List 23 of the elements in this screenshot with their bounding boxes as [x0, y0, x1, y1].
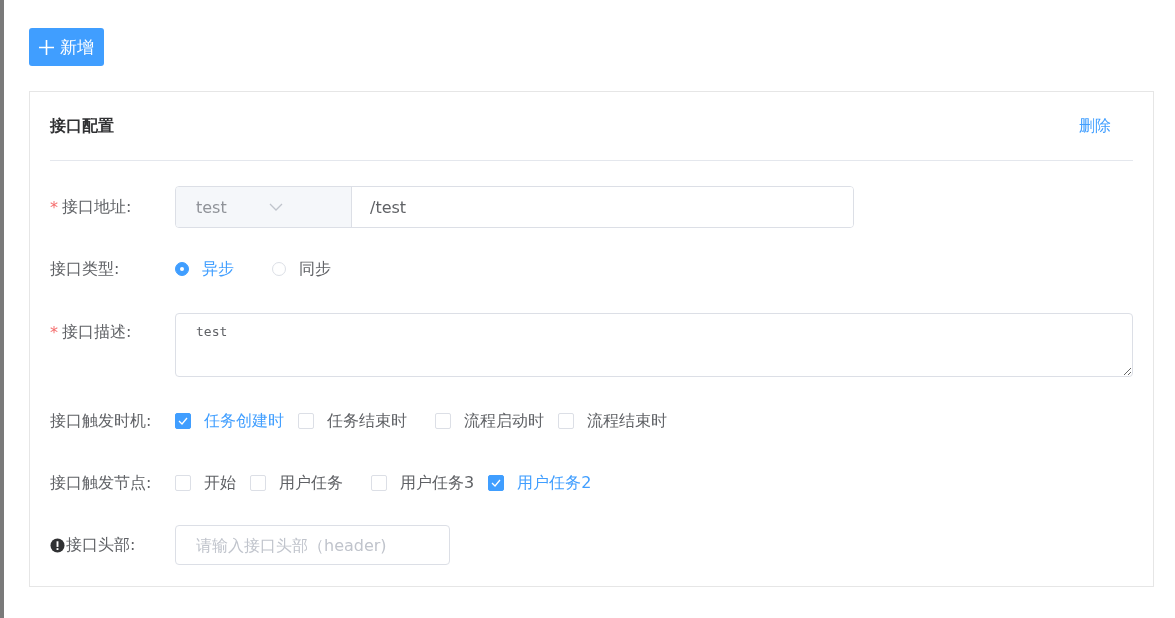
plus-icon: [39, 39, 54, 55]
radio-option[interactable]: 同步: [272, 258, 331, 280]
address-field[interactable]: test /test: [175, 186, 854, 228]
checkbox-option[interactable]: 开始: [175, 472, 236, 494]
checkbox-option[interactable]: 用户任务3: [371, 472, 475, 494]
header-field[interactable]: 请输入接口头部（header): [175, 525, 450, 565]
description-field[interactable]: test: [175, 313, 1133, 377]
field-label: 接口触发时机:: [50, 410, 152, 432]
checkmark-icon: [491, 479, 502, 487]
field-label: 接口地址:: [62, 196, 132, 218]
field-label: 接口头部:: [66, 534, 136, 556]
chevron-down-icon: [268, 203, 283, 211]
required-mark: *: [50, 197, 58, 217]
field-label: 接口描述:: [62, 322, 132, 343]
required-mark: *: [50, 323, 58, 342]
checkbox-option[interactable]: 流程结束时: [558, 410, 667, 432]
checkmark-icon: [178, 417, 188, 425]
checkbox-option[interactable]: 流程启动时: [435, 410, 544, 432]
checkbox-option[interactable]: 任务结束时: [298, 410, 407, 432]
field-label: 接口类型:: [50, 258, 120, 280]
field-label: 接口触发节点:: [50, 472, 152, 494]
card-title: 接口配置: [50, 115, 114, 137]
checkbox-option[interactable]: 用户任务: [250, 472, 343, 494]
